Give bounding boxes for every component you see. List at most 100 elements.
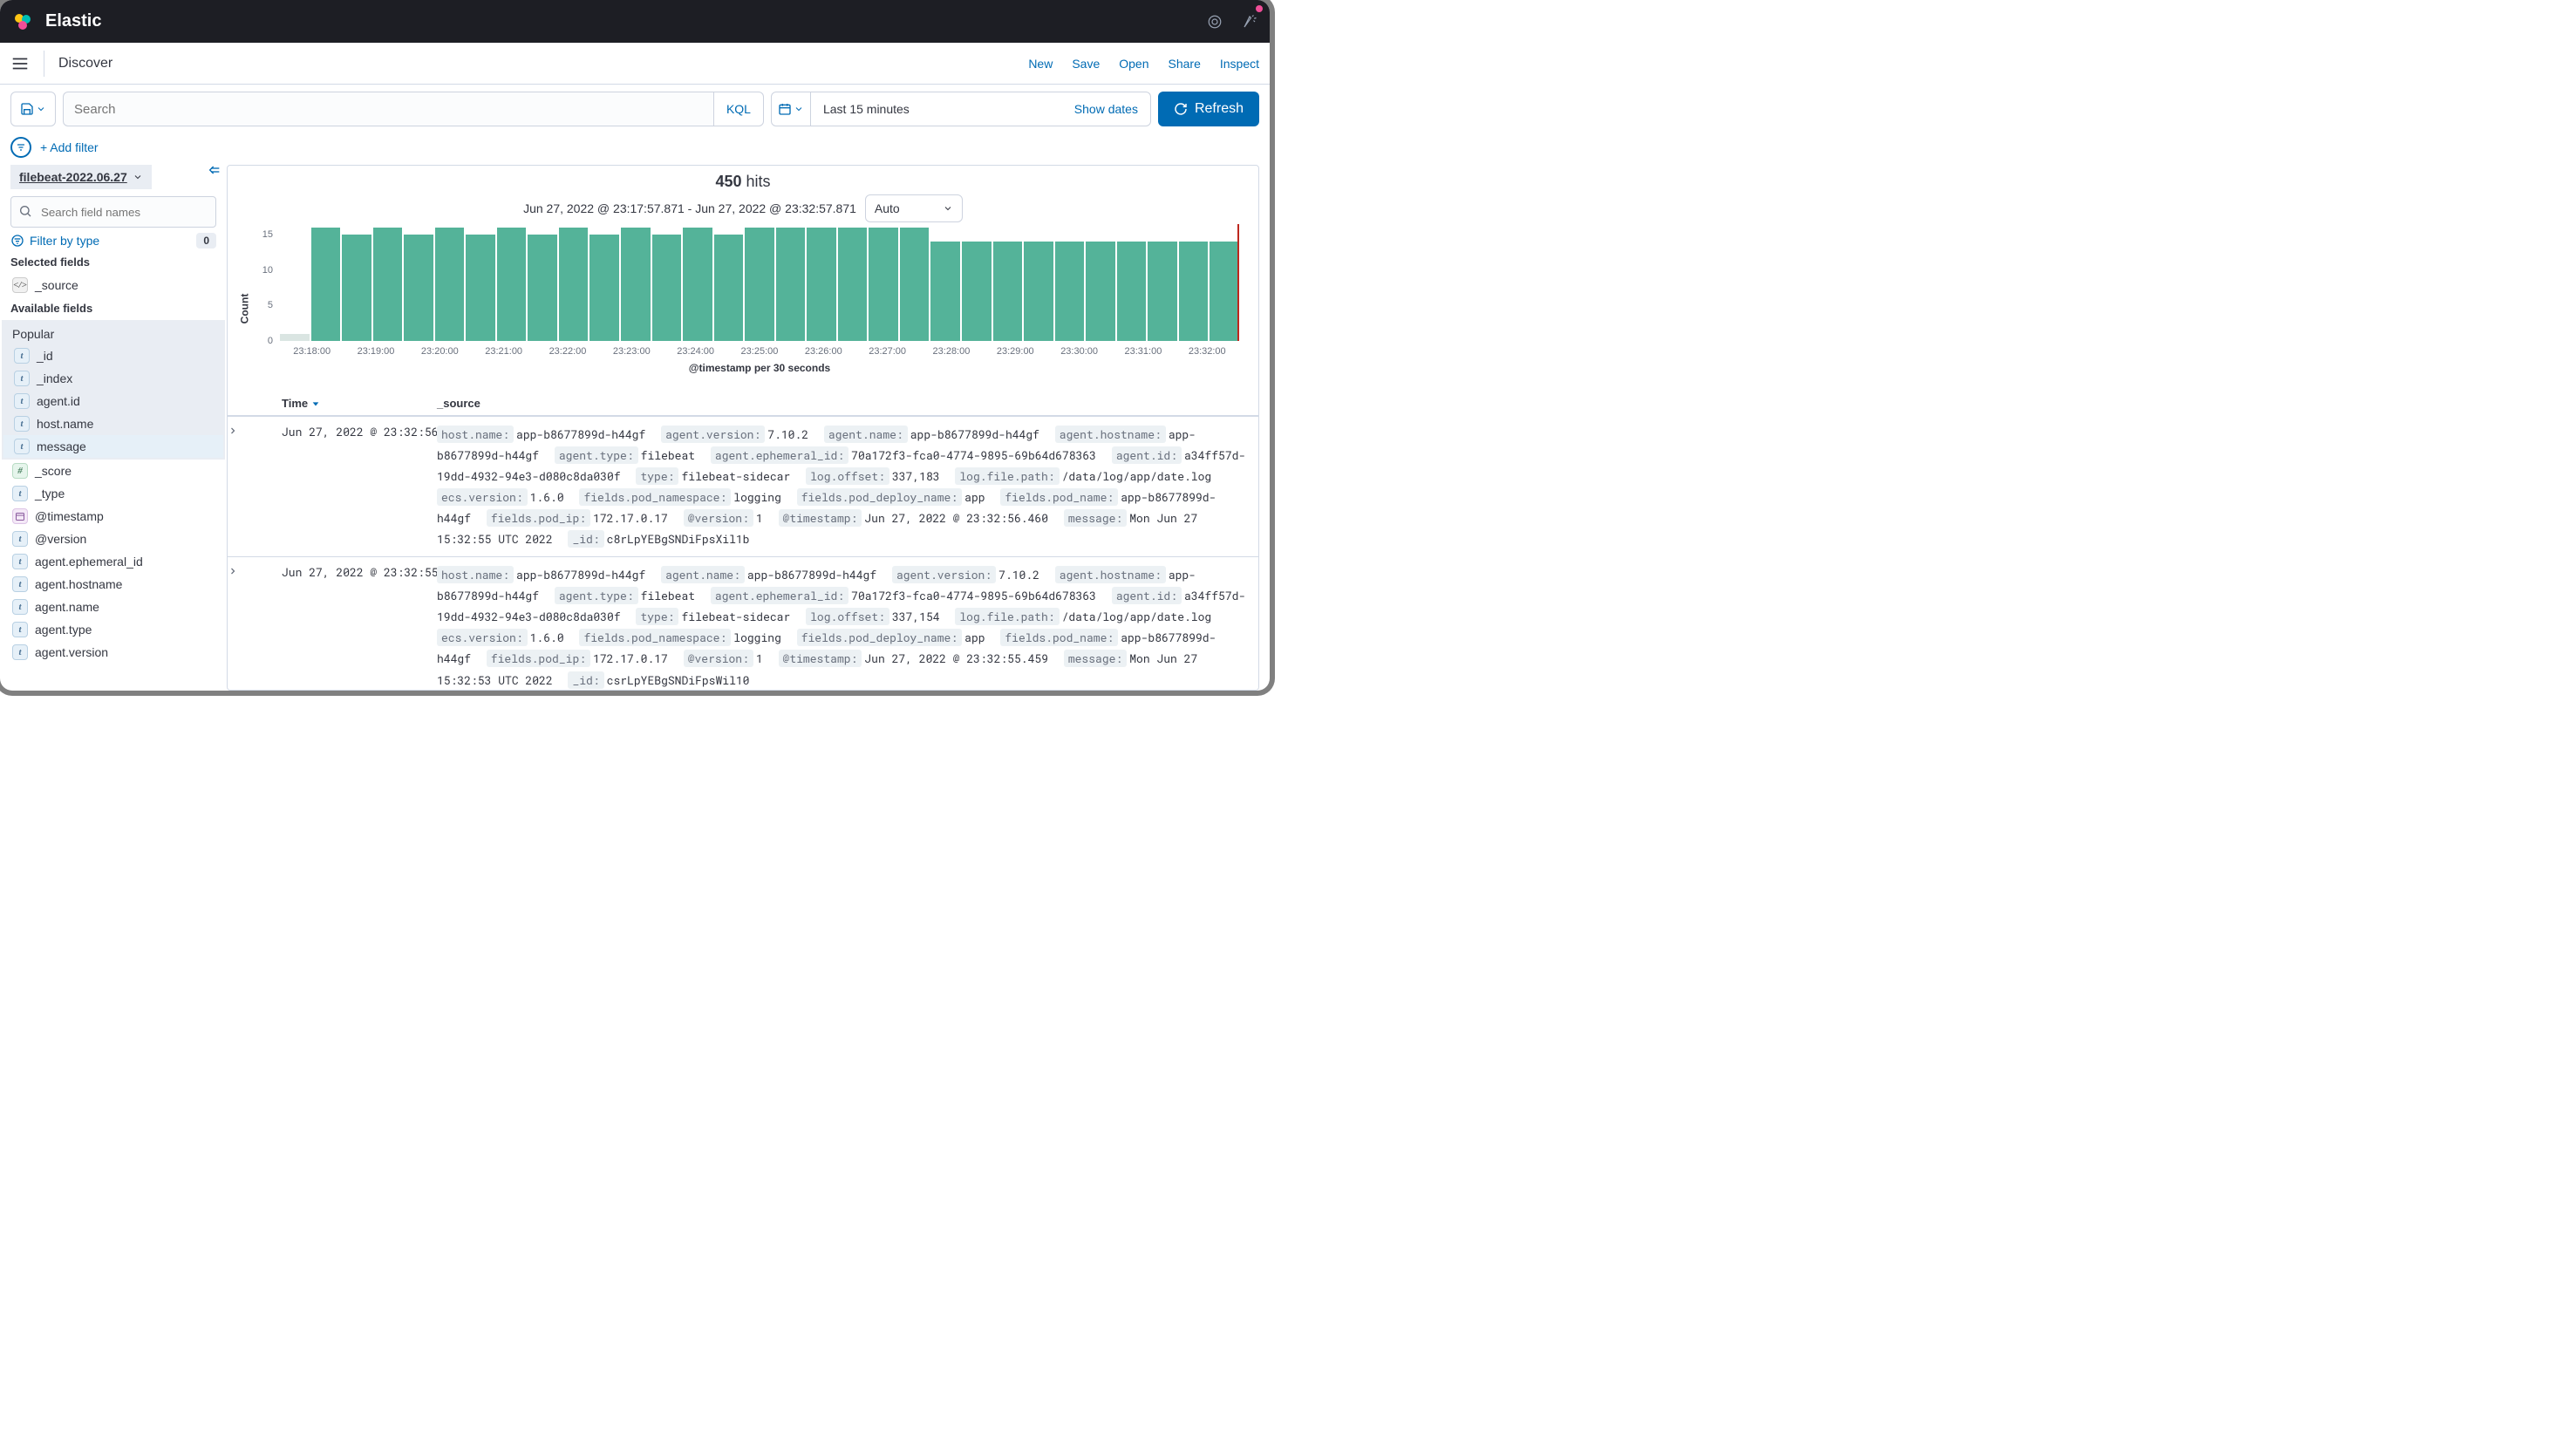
source-key: agent.version: [892, 566, 996, 583]
histogram-bar[interactable] [838, 228, 868, 341]
column-source-header[interactable]: _source [437, 397, 1258, 410]
histogram-bar[interactable] [807, 228, 836, 341]
field-item[interactable]: t@version [10, 528, 216, 550]
expand-row-button[interactable] [228, 424, 254, 549]
histogram-bar[interactable] [559, 228, 589, 341]
x-tick: 23:23:00 [600, 346, 664, 357]
source-key: @version: [684, 509, 753, 527]
filter-by-type-link[interactable]: Filter by type [10, 234, 99, 248]
index-pattern-selector[interactable]: filebeat-2022.06.27 [10, 165, 152, 189]
field-item[interactable]: tagent.hostname [10, 573, 216, 596]
field-item[interactable]: t_index [12, 367, 215, 390]
brand-title[interactable]: Elastic [45, 11, 101, 31]
popular-label: Popular [12, 323, 215, 344]
histogram-bar[interactable] [280, 334, 310, 341]
date-picker-button[interactable] [771, 92, 811, 126]
date-range-display[interactable]: Last 15 minutes Show dates [811, 92, 1151, 126]
histogram-bar[interactable] [993, 242, 1023, 341]
source-key: log.file.path: [955, 467, 1059, 485]
field-item[interactable]: tagent.ephemeral_id [10, 550, 216, 573]
field-item[interactable]: #_score [10, 460, 216, 482]
source-key: agent.type: [555, 587, 638, 604]
histogram-bar[interactable] [497, 228, 527, 341]
interval-select[interactable]: Auto [865, 194, 963, 222]
show-dates-link[interactable]: Show dates [1074, 102, 1138, 116]
row-timestamp: Jun 27, 2022 @ 23:32:56.460 [254, 424, 437, 549]
histogram-bar[interactable] [342, 235, 371, 341]
column-time-header[interactable]: Time [254, 397, 437, 410]
histogram-bar[interactable] [528, 235, 557, 341]
open-link[interactable]: Open [1119, 57, 1148, 71]
field-item[interactable]: @timestamp [10, 505, 216, 528]
source-key: agent.ephemeral_id: [711, 587, 848, 604]
source-value: app-b8677899d-h44gf [747, 567, 876, 582]
field-search-input[interactable] [10, 196, 216, 228]
hits-count: 450 [715, 173, 741, 190]
field-item[interactable]: tagent.id [12, 390, 215, 412]
search-input[interactable] [63, 92, 714, 126]
histogram-bar[interactable] [1086, 242, 1115, 341]
histogram-bar[interactable] [589, 235, 619, 341]
query-language-button[interactable]: KQL [714, 92, 764, 126]
histogram-bar[interactable] [683, 228, 712, 341]
add-filter-link[interactable]: + Add filter [40, 140, 99, 154]
inspect-link[interactable]: Inspect [1220, 57, 1259, 71]
histogram-bar[interactable] [1055, 242, 1085, 341]
y-tick: 5 [259, 300, 273, 310]
refresh-button[interactable]: Refresh [1158, 92, 1259, 126]
field-item[interactable]: </>_source [10, 274, 216, 296]
field-item[interactable]: t_id [12, 344, 215, 367]
histogram-bar[interactable] [714, 235, 744, 341]
menu-icon[interactable] [10, 54, 30, 73]
field-item[interactable]: tmessage [3, 435, 223, 458]
collapse-sidebar-icon[interactable] [208, 165, 221, 175]
source-value: 7.10.2 [767, 426, 808, 442]
field-item[interactable]: thost.name [12, 412, 215, 435]
interval-value: Auto [875, 201, 900, 215]
field-type-icon: t [12, 644, 28, 660]
x-tick: 23:25:00 [727, 346, 791, 357]
histogram-bar[interactable] [404, 235, 433, 341]
field-item[interactable]: t_type [10, 482, 216, 505]
expand-row-button[interactable] [228, 564, 254, 690]
source-value: 337,183 [892, 468, 940, 484]
save-link[interactable]: Save [1072, 57, 1100, 71]
histogram-bar[interactable] [930, 242, 960, 341]
filter-settings-button[interactable] [10, 137, 31, 158]
field-name: _score [35, 464, 72, 478]
histogram-bar[interactable] [869, 228, 898, 341]
field-name: _id [37, 349, 53, 363]
histogram-bar[interactable] [1117, 242, 1147, 341]
histogram-bar[interactable] [1210, 242, 1239, 341]
newsfeed-icon[interactable] [1207, 14, 1223, 30]
histogram-bar[interactable] [962, 242, 992, 341]
source-key: agent.hostname: [1055, 566, 1166, 583]
field-item[interactable]: tagent.type [10, 618, 216, 641]
field-item[interactable]: tagent.version [10, 641, 216, 664]
histogram-bar[interactable] [621, 228, 651, 341]
new-link[interactable]: New [1028, 57, 1053, 71]
cheer-icon[interactable] [1242, 14, 1257, 30]
source-key: agent.ephemeral_id: [711, 446, 848, 464]
histogram-bar[interactable] [1179, 242, 1209, 341]
histogram-bar[interactable] [900, 228, 930, 341]
histogram-bar[interactable] [776, 228, 806, 341]
histogram-bar[interactable] [311, 228, 341, 341]
source-value: 1 [756, 510, 763, 526]
source-value: app-b8677899d-h44gf [516, 567, 645, 582]
histogram-bar[interactable] [745, 228, 774, 341]
source-key: _id: [568, 671, 603, 689]
saved-query-button[interactable] [10, 92, 56, 126]
source-value: 172.17.0.17 [593, 650, 668, 666]
histogram-bar[interactable] [435, 228, 465, 341]
histogram-chart[interactable] [276, 228, 1243, 341]
share-link[interactable]: Share [1169, 57, 1201, 71]
x-tick: 23:26:00 [792, 346, 855, 357]
histogram-bar[interactable] [373, 228, 403, 341]
histogram-bar[interactable] [652, 235, 682, 341]
selected-fields-label: Selected fields [10, 255, 216, 269]
histogram-bar[interactable] [1148, 242, 1177, 341]
histogram-bar[interactable] [466, 235, 495, 341]
histogram-bar[interactable] [1024, 242, 1053, 341]
field-item[interactable]: tagent.name [10, 596, 216, 618]
